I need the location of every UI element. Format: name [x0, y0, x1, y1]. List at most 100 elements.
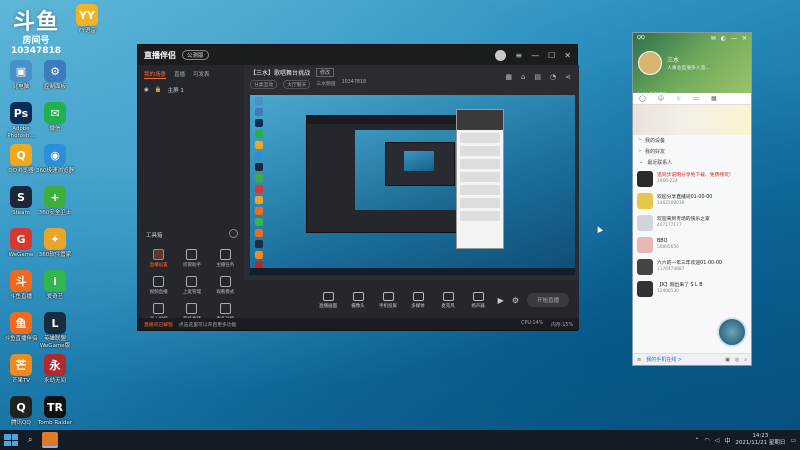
desktop-icon-douyu-companion[interactable]: 鱼斗鱼直播伴侣: [2, 312, 40, 343]
phone-online-link[interactable]: 我的手机在线 >: [646, 356, 682, 363]
tool-button[interactable]: 上麦管理: [175, 276, 208, 295]
close-icon[interactable]: ✕: [742, 35, 747, 42]
list-item[interactable]: 欢迎来到专场的快乐之家 407177177: [633, 212, 751, 234]
desktop-icon-360-software[interactable]: ✦ 360软件管家: [36, 228, 74, 259]
search-icon[interactable]: ⌕: [744, 357, 747, 363]
avatar[interactable]: [638, 51, 662, 75]
desktop-icon-yy[interactable]: YY YY语音: [68, 4, 106, 35]
tab-publish[interactable]: 可发表: [193, 70, 210, 79]
tray-arrow-icon[interactable]: ⌃: [694, 437, 699, 444]
desktop-icon-computer[interactable]: ▣ 此电脑: [2, 60, 40, 91]
source-label: 直播画面: [319, 303, 337, 309]
desktop-icon-control-panel[interactable]: ⚙ 控制面板: [36, 60, 74, 91]
source-button[interactable]: 扬声器: [464, 291, 492, 309]
user-avatar[interactable]: [495, 49, 507, 61]
group-icon[interactable]: ▭: [693, 95, 699, 102]
space-icon[interactable]: ☆: [676, 95, 681, 102]
qq-avatar-floating[interactable]: [717, 317, 747, 347]
desktop-icon-wegame[interactable]: G WeGame: [2, 228, 40, 259]
settings-icon[interactable]: ⚙: [512, 296, 519, 305]
menu-icon[interactable]: ≡: [637, 357, 641, 363]
tool-button[interactable]: 视频直播: [142, 276, 175, 295]
qq-signature[interactable]: 人事总监很多人签...: [667, 64, 710, 71]
desktop-icon-yy-game[interactable]: 永永劫无间: [36, 354, 74, 385]
qq-banner[interactable]: [633, 105, 751, 135]
desktop-icon-steam[interactable]: S Steam: [2, 186, 40, 217]
desktop-icon-photoshop[interactable]: Ps Adobe Photosh...: [2, 102, 40, 140]
version-tag[interactable]: 公测版: [182, 50, 209, 60]
tab-scenes[interactable]: 我的场景: [144, 70, 167, 79]
maximize-icon[interactable]: ☐: [548, 51, 555, 60]
stream-preview[interactable]: [250, 95, 575, 275]
desktop-icon-lol[interactable]: L 英雄联盟WeGame版: [36, 312, 74, 350]
layout-icon[interactable]: ▤: [534, 73, 541, 81]
notification-icon[interactable]: ▭: [790, 437, 796, 444]
tab-live[interactable]: 直播: [174, 70, 185, 79]
clock[interactable]: 14:23 2021/11/21 星期日: [735, 433, 785, 447]
status-warning[interactable]: 直播间已解锁: [144, 321, 173, 328]
volume-icon[interactable]: ◁: [715, 437, 720, 444]
find-icon[interactable]: ◎: [735, 357, 739, 363]
desktop-icon-tr-raider[interactable]: TR Tomb Raider: [36, 396, 74, 427]
skin-icon[interactable]: ◐: [721, 35, 726, 42]
desktop-icon-label: 360软件管家: [38, 252, 72, 258]
desktop-icon-iqiyi[interactable]: i 爱奇艺: [36, 270, 74, 301]
scene-item[interactable]: ◉ 🔒 主屏 1: [138, 84, 244, 96]
preview-icon: [255, 251, 263, 259]
menu-icon[interactable]: ≡: [515, 51, 522, 60]
category-pill[interactable]: 分类互动: [250, 80, 278, 89]
steam-icon: S: [10, 186, 32, 208]
video-icon[interactable]: ▣: [725, 357, 730, 363]
tool-button[interactable]: 观看模式: [209, 276, 242, 295]
tool-button[interactable]: 主播任务: [209, 249, 242, 268]
list-item[interactable]: 【K】刚出来了 S L B 12406530: [633, 278, 751, 300]
tool-button[interactable]: 房管助手: [175, 249, 208, 268]
avatar: [637, 259, 653, 275]
tool-button[interactable]: 直播设置: [142, 249, 175, 268]
list-item[interactable]: 欢迎分享直播间01-00-00 1462108036: [633, 190, 751, 212]
list-item[interactable]: 追同步说明分享免下载、免费畅玩! 2666-224: [633, 168, 751, 190]
chat-pill[interactable]: 大厅聊天: [283, 80, 311, 89]
group-recent[interactable]: ⌄ 最近联系人: [633, 157, 751, 168]
desktop-icon-douyu-live[interactable]: 斗斗鱼直播: [2, 270, 40, 301]
edit-title-button[interactable]: 修改: [316, 68, 335, 77]
network-icon[interactable]: ◠: [704, 437, 709, 444]
list-item[interactable]: BBQ 56895656: [633, 234, 751, 256]
desktop-icon-label: Steam: [12, 210, 30, 216]
desktop-icon-qq-browser[interactable]: Q QQ浏览器: [2, 144, 40, 175]
desktop-icon-360-safe[interactable]: +360安全卫士: [36, 186, 74, 217]
mail-icon[interactable]: ✉: [711, 35, 716, 42]
eye-icon[interactable]: ◉: [144, 87, 149, 93]
qq-nickname[interactable]: 三水: [667, 55, 679, 64]
source-button[interactable]: 麦克风: [434, 291, 462, 309]
minimize-icon[interactable]: —: [531, 51, 539, 60]
lock-icon[interactable]: ⌂: [521, 73, 525, 81]
group-devices[interactable]: › 我的设备: [633, 135, 751, 146]
source-button[interactable]: 摄像头: [344, 291, 372, 309]
ime-icon[interactable]: 中: [724, 436, 730, 445]
desktop-icon-tencent-qq[interactable]: Q 腾讯QQ: [2, 396, 40, 427]
list-item[interactable]: 六六的一年三年欢迎01-00-00 1176474887: [633, 256, 751, 278]
start-live-button[interactable]: 开始直播: [526, 293, 569, 307]
desktop-icon-mango-tv[interactable]: 芒芒果TV: [2, 354, 40, 385]
source-button[interactable]: 多媒体: [404, 291, 432, 309]
bell-icon[interactable]: ◔: [550, 73, 556, 81]
minimize-icon[interactable]: —: [731, 35, 737, 42]
lock-icon[interactable]: 🔒: [155, 87, 162, 93]
qq-promo[interactable]: 2021年度报告: [637, 92, 667, 98]
screenshot-icon[interactable]: ▦: [505, 73, 512, 81]
toolbox-settings-icon[interactable]: [229, 229, 238, 238]
tool-icon: [219, 276, 231, 287]
record-icon[interactable]: ▶: [498, 296, 504, 305]
desktop-icon-360-browser[interactable]: ◉ 360极速浏览器: [36, 144, 74, 175]
source-button[interactable]: 手机投屏: [374, 291, 402, 309]
group-friends[interactable]: › 我的好友: [633, 146, 751, 157]
search-icon[interactable]: ⌕: [28, 435, 32, 445]
desktop-icon-wechat[interactable]: ✉ 微信: [36, 102, 74, 133]
apps-icon[interactable]: ▦: [711, 95, 717, 102]
start-button[interactable]: [4, 434, 18, 446]
close-icon[interactable]: ✕: [564, 51, 571, 60]
source-button[interactable]: 直播画面: [314, 291, 342, 309]
taskbar-app-douyu[interactable]: [42, 432, 59, 448]
share-icon[interactable]: ⋖: [565, 73, 571, 81]
